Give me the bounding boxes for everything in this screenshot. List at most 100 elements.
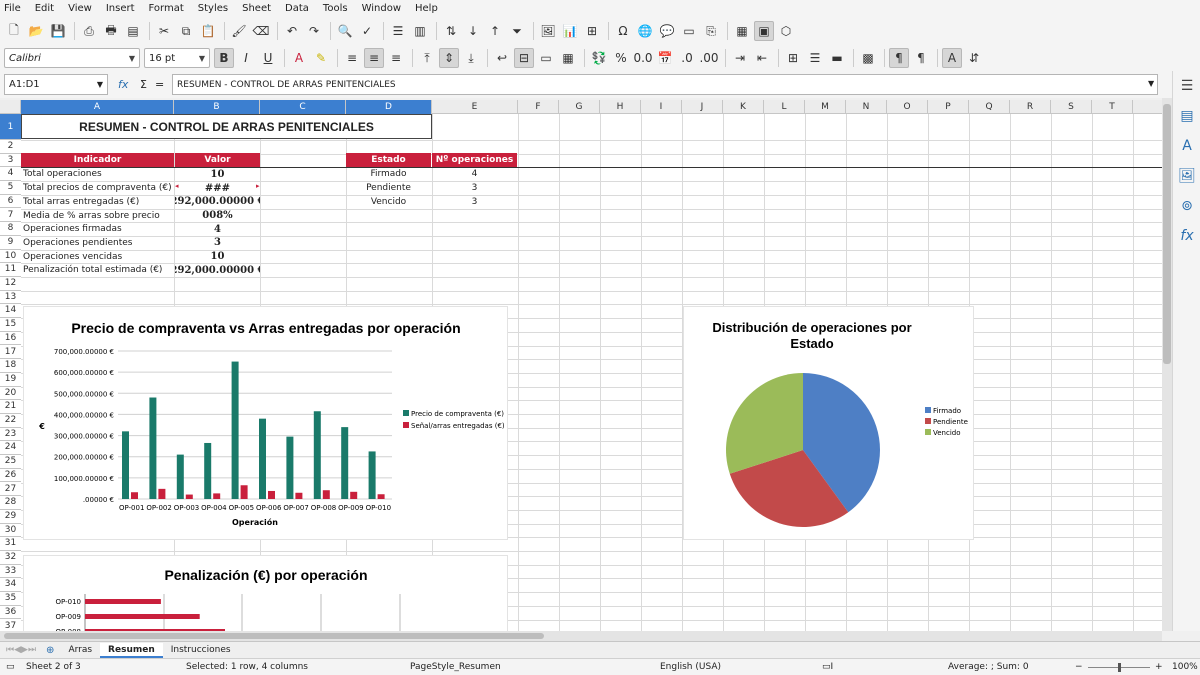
- menu-item-styles[interactable]: Styles: [198, 3, 228, 14]
- define-print-area-icon[interactable]: ⎘: [701, 21, 721, 41]
- pie-chart-estado[interactable]: Distribución de operaciones por Estado Fir…: [683, 306, 974, 540]
- merge-cells-icon[interactable]: ▭: [536, 48, 556, 68]
- indicator-value-cell[interactable]: 292,000.00000 €: [175, 263, 260, 277]
- paste-icon[interactable]: 📋: [198, 21, 218, 41]
- indicator-label-cell[interactable]: Total operaciones: [23, 167, 174, 181]
- properties-icon[interactable]: ▤: [1173, 101, 1200, 131]
- sort-ascending-icon[interactable]: ↓: [463, 21, 483, 41]
- bar-chart-precio-vs-arras[interactable]: Precio de compraventa vs Arras entregada…: [23, 306, 508, 540]
- row-header-14[interactable]: 14: [0, 304, 21, 319]
- indicator-value-cell[interactable]: ###: [175, 181, 260, 195]
- column-header-b[interactable]: B: [174, 100, 260, 114]
- column-icon[interactable]: ▥: [410, 21, 430, 41]
- left-to-right-icon[interactable]: ¶: [889, 48, 909, 68]
- align-right-icon[interactable]: ≡: [386, 48, 406, 68]
- column-header-r[interactable]: R: [1010, 100, 1051, 114]
- save-icon[interactable]: 💾: [48, 21, 68, 41]
- indicator-value-cell[interactable]: 10: [175, 250, 260, 264]
- column-header-f[interactable]: F: [518, 100, 559, 114]
- indicator-label-cell[interactable]: Total arras entregadas (€): [23, 195, 174, 209]
- indicator-value-cell[interactable]: 3: [175, 236, 260, 250]
- conditional-format-icon[interactable]: ▩: [858, 48, 878, 68]
- styles-icon[interactable]: A: [1173, 131, 1200, 161]
- unmerge-cells-icon[interactable]: ▦: [558, 48, 578, 68]
- pivot-table-icon[interactable]: ⊞: [582, 21, 602, 41]
- sort-descending-icon[interactable]: ↑: [485, 21, 505, 41]
- sum-button[interactable]: Σ: [140, 78, 147, 91]
- align-bottom-icon[interactable]: ⤓: [461, 48, 481, 68]
- column-header-e[interactable]: E: [432, 100, 518, 114]
- row-header-32[interactable]: 32: [0, 551, 21, 565]
- cut-icon[interactable]: ✂: [154, 21, 174, 41]
- right-to-left-icon[interactable]: ¶: [911, 48, 931, 68]
- indicator-value-cell[interactable]: 10: [175, 167, 260, 181]
- add-sheet-icon[interactable]: ⊕: [46, 645, 54, 656]
- menu-item-format[interactable]: Format: [149, 3, 184, 14]
- column-header-j[interactable]: J: [682, 100, 723, 114]
- align-middle-icon[interactable]: ⇕: [439, 48, 459, 68]
- tab-instrucciones[interactable]: Instrucciones: [163, 643, 239, 658]
- estado-count-cell[interactable]: 4: [432, 167, 517, 181]
- column-header-o[interactable]: O: [887, 100, 928, 114]
- row-header-16[interactable]: 16: [0, 332, 21, 346]
- format-percent-icon[interactable]: %: [611, 48, 631, 68]
- font-size-combo[interactable]: 16 pt ▼: [144, 48, 210, 68]
- comment-icon[interactable]: 💬: [657, 21, 677, 41]
- estado-header-cell[interactable]: Estado: [346, 153, 431, 167]
- export-pdf-icon[interactable]: ⎙: [79, 21, 99, 41]
- insert-image-icon[interactable]: 🖼: [538, 21, 558, 41]
- tab-arras[interactable]: Arras: [60, 643, 100, 658]
- vertical-scroll-thumb[interactable]: [1163, 104, 1171, 364]
- formula-button[interactable]: =: [155, 78, 164, 91]
- indicator-label-cell[interactable]: Penalización total estimada (€): [23, 263, 174, 277]
- value-header-cell[interactable]: Valor: [175, 153, 260, 167]
- font-color-icon[interactable]: A: [289, 48, 309, 68]
- print-icon[interactable]: 🖶: [101, 21, 121, 41]
- tab-nav-arrows-icon[interactable]: ⏮◀▶⏭: [6, 645, 36, 655]
- language-status[interactable]: English (USA): [660, 662, 721, 672]
- clone-formatting-icon[interactable]: 🖌: [229, 21, 249, 41]
- freeze-rows-columns-icon[interactable]: ▦: [732, 21, 752, 41]
- estado-label-cell[interactable]: Firmado: [346, 167, 431, 181]
- page-style-status[interactable]: PageStyle_Resumen: [410, 662, 501, 672]
- indicator-label-cell[interactable]: Operaciones vencidas: [23, 250, 174, 264]
- menu-item-insert[interactable]: Insert: [106, 3, 135, 14]
- gallery-icon[interactable]: 🖼: [1173, 161, 1200, 191]
- align-center-icon[interactable]: ≡: [364, 48, 384, 68]
- formula-input[interactable]: RESUMEN - CONTROL DE ARRAS PENITENCIALES: [172, 74, 1158, 95]
- row-header-12[interactable]: 12: [0, 277, 21, 291]
- sum-status[interactable]: Average: ; Sum: 0: [948, 662, 1029, 672]
- column-header-i[interactable]: I: [641, 100, 682, 114]
- indicator-label-cell[interactable]: Operaciones pendientes: [23, 236, 174, 250]
- split-window-icon[interactable]: ▣: [754, 21, 774, 41]
- zoom-in-icon[interactable]: +: [1155, 662, 1163, 672]
- text-horizontal-icon[interactable]: A: [942, 48, 962, 68]
- estado-count-cell[interactable]: 3: [432, 195, 517, 209]
- row-header-35[interactable]: 35: [0, 592, 21, 606]
- row-header-23[interactable]: 23: [0, 428, 21, 442]
- row-header-29[interactable]: 29: [0, 510, 21, 524]
- spreadsheet-grid[interactable]: ABCDEFGHIJKLMNOPQRST 1 2 3 4 5 6 7 8 9 10 11 12 13 14…: [0, 100, 1162, 631]
- menu-item-view[interactable]: View: [68, 3, 92, 14]
- column-header-n[interactable]: N: [846, 100, 887, 114]
- format-currency-icon[interactable]: 💱: [589, 48, 609, 68]
- column-header-d[interactable]: D: [346, 100, 432, 114]
- new-document-icon[interactable]: 🗋: [4, 21, 24, 41]
- column-header-s[interactable]: S: [1051, 100, 1092, 114]
- menu-item-help[interactable]: Help: [415, 3, 438, 14]
- row-header-33[interactable]: 33: [0, 565, 21, 579]
- hyperlink-icon[interactable]: 🌐: [635, 21, 655, 41]
- font-name-combo[interactable]: Calibri ▼: [4, 48, 140, 68]
- special-character-icon[interactable]: Ω: [613, 21, 633, 41]
- row-header-5[interactable]: 5: [0, 181, 21, 195]
- column-header-h[interactable]: H: [600, 100, 641, 114]
- row-icon[interactable]: ☰: [388, 21, 408, 41]
- row-header-3[interactable]: 3: [0, 154, 21, 168]
- estado-label-cell[interactable]: Pendiente: [346, 181, 431, 195]
- underline-button[interactable]: U: [258, 48, 278, 68]
- indicator-value-cell[interactable]: 292,000.00000 €: [175, 195, 260, 209]
- copy-icon[interactable]: ⧉: [176, 21, 196, 41]
- format-number-icon[interactable]: 0.0: [633, 48, 653, 68]
- indicator-header-cell[interactable]: Indicador: [21, 153, 174, 167]
- column-header-m[interactable]: M: [805, 100, 846, 114]
